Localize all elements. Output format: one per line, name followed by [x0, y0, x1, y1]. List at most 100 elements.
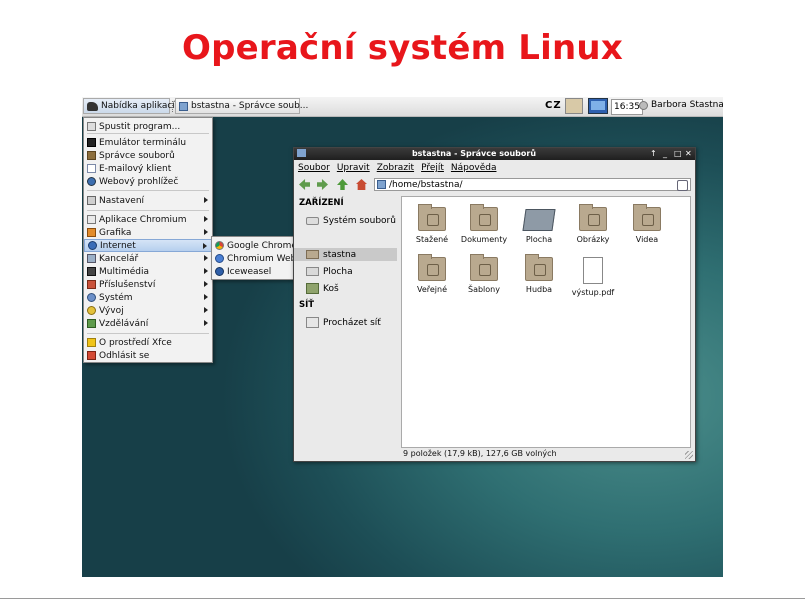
submenu-arrow-icon [204, 255, 208, 261]
sidebar-item-filesystem[interactable]: Systém souborů [306, 214, 396, 227]
minimize-button[interactable]: _ [663, 149, 667, 158]
sidebar-item-home[interactable]: stastna [294, 248, 397, 261]
menu-item-label: Správce souborů [99, 150, 175, 161]
menu-item-logout[interactable]: Odhlásit se [84, 349, 212, 362]
file-item[interactable]: výstup.pdf [566, 257, 620, 297]
back-icon[interactable] [299, 179, 310, 190]
file-item[interactable]: Videa [620, 204, 674, 244]
location-bar[interactable]: /home/bstastna/ [374, 178, 691, 191]
videos-folder-icon [633, 204, 661, 231]
mail-icon [87, 164, 96, 173]
sidebar-label: Systém souborů [323, 215, 396, 226]
iceweasel-icon [215, 267, 224, 276]
folder-emblem [642, 214, 654, 226]
templates-folder-icon [470, 254, 498, 281]
menu-zobrazit[interactable]: Zobrazit [377, 163, 414, 173]
file-name: Plocha [525, 235, 553, 244]
submenu-arrow-icon [204, 307, 208, 313]
menu-item-label: Grafika [99, 227, 132, 238]
tray-app-icon[interactable] [565, 98, 583, 114]
sidebar-item-trash[interactable]: Koš [306, 282, 339, 295]
menu-item-development[interactable]: Vývoj [84, 304, 212, 317]
file-item[interactable]: Dokumenty [457, 204, 511, 244]
location-path: /home/bstastna/ [389, 179, 463, 190]
menu-item-mail[interactable]: E-mailový klient [84, 162, 212, 175]
file-item[interactable]: Šablony [457, 254, 511, 294]
folder-emblem [427, 264, 439, 276]
menu-upravit[interactable]: Upravit [337, 163, 370, 173]
menu-item-file-manager[interactable]: Správce souborů [84, 149, 212, 162]
web-browser-icon [87, 177, 96, 186]
file-manager-window: bstastna - Správce souborů ↑ _ □ ✕ Soubo… [293, 147, 696, 462]
applications-menu-button[interactable]: Nabídka aplikací [83, 98, 175, 114]
submenu-arrow-icon [204, 281, 208, 287]
file-item[interactable]: Stažené [405, 204, 459, 244]
drive-icon [306, 216, 319, 225]
file-name: Šablony [468, 285, 500, 294]
folder-emblem [534, 264, 546, 276]
pdf-file-icon [583, 257, 603, 284]
desktop-screenshot: Nabídka aplikací bstastna - Správce soub… [82, 97, 723, 577]
menu-item-terminal[interactable]: Emulátor terminálu [84, 136, 212, 149]
menu-item-label: Vývoj [99, 305, 124, 316]
taskbar-file-manager[interactable]: bstastna - Správce soub... [175, 98, 308, 114]
menu-item-run[interactable]: Spustit program... [84, 120, 212, 133]
user-name: Barbora Stastna [651, 100, 723, 110]
devices-header: ZAŘÍZENÍ [299, 198, 344, 208]
home-icon[interactable] [356, 179, 367, 190]
sidebar-item-browse-network[interactable]: Procházet síť [306, 316, 381, 329]
file-item[interactable]: Obrázky [566, 204, 620, 244]
menu-item-settings[interactable]: Nastavení [84, 194, 212, 207]
maximize-button[interactable]: □ [674, 149, 682, 158]
menu-item-label: Odhlásit se [99, 350, 150, 361]
keyboard-layout[interactable]: CZ [545, 100, 562, 111]
menu-item-label: Spustit program... [99, 121, 181, 132]
documents-folder-icon [470, 204, 498, 231]
submenu-arrow-icon [204, 268, 208, 274]
menu-prejit[interactable]: Přejít [421, 163, 444, 173]
bottom-rule [0, 598, 805, 599]
submenu-arrow-icon [204, 216, 208, 222]
trash-icon [306, 283, 319, 294]
submenu-arrow-icon [204, 320, 208, 326]
mouse-logo-icon [87, 101, 98, 111]
menu-item-label: Systém [99, 292, 133, 303]
up-icon[interactable] [337, 179, 348, 190]
file-item[interactable]: Plocha [512, 207, 566, 244]
forward-icon[interactable] [317, 179, 328, 190]
reload-icon[interactable] [677, 180, 688, 191]
submenu-item-label: Google Chrome [227, 240, 297, 251]
menu-item-chromium-apps[interactable]: Aplikace Chromium [84, 213, 212, 226]
file-item[interactable]: Veřejné [405, 254, 459, 294]
menu-soubor[interactable]: Soubor [298, 163, 330, 173]
menu-item-about[interactable]: O prostředí Xfce [84, 336, 212, 349]
menu-item-multimedia[interactable]: Multimédia [84, 265, 212, 278]
folder-emblem [427, 214, 439, 226]
menu-item-accessories[interactable]: Příslušenství [84, 278, 212, 291]
menu-item-internet[interactable]: Internet [84, 239, 212, 252]
file-item[interactable]: Hudba [512, 254, 566, 294]
folder-icon [377, 180, 386, 189]
resize-grip[interactable] [685, 451, 693, 459]
close-button[interactable]: ✕ [685, 149, 692, 158]
submenu-arrow-icon [203, 243, 207, 249]
file-name: výstup.pdf [571, 288, 615, 297]
submenu-arrow-icon [204, 229, 208, 235]
window-titlebar[interactable]: bstastna - Správce souborů ↑ _ □ ✕ [294, 148, 695, 160]
folder-emblem [479, 264, 491, 276]
menu-item-graphics[interactable]: Grafika [84, 226, 212, 239]
menu-item-label: O prostředí Xfce [99, 337, 172, 348]
menu-napoveda[interactable]: Nápověda [451, 163, 497, 173]
menu-item-system[interactable]: Systém [84, 291, 212, 304]
menu-item-label: Nastavení [99, 195, 145, 206]
menu-item-label: Aplikace Chromium [99, 214, 187, 225]
menu-item-web-browser[interactable]: Webový prohlížeč [84, 175, 212, 188]
workspace-switcher-icon[interactable] [588, 98, 608, 114]
user-menu[interactable]: Barbora Stastna [639, 100, 723, 110]
menu-item-education[interactable]: Vzdělávání [84, 317, 212, 330]
keep-above-button[interactable]: ↑ [650, 149, 657, 158]
applications-menu: Spustit program... Emulátor terminálu Sprá… [83, 117, 213, 363]
sidebar-item-desktop[interactable]: Plocha [306, 265, 353, 278]
menu-item-office[interactable]: Kancelář [84, 252, 212, 265]
file-name: Dokumenty [460, 235, 508, 244]
